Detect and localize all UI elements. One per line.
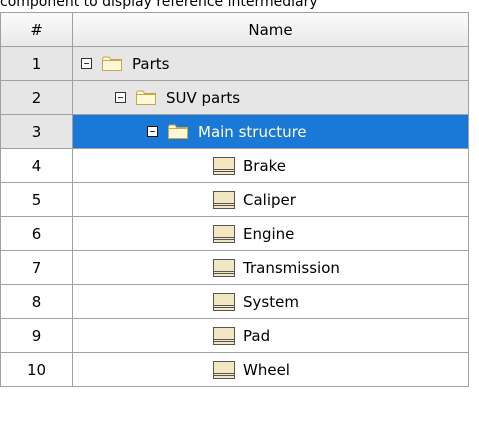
table-row[interactable]: 9 Pad (1, 319, 469, 353)
header-row: # Name (1, 13, 469, 47)
row-number: 7 (1, 251, 73, 285)
row-number: 1 (1, 47, 73, 81)
row-number: 3 (1, 115, 73, 149)
row-number: 8 (1, 285, 73, 319)
table-row[interactable]: 10 Wheel (1, 353, 469, 387)
tree-item-label: Brake (243, 156, 287, 175)
name-cell[interactable]: Main structure (73, 115, 469, 149)
name-cell[interactable]: Brake (73, 149, 469, 183)
tree-item-label: Pad (243, 326, 271, 345)
table-row[interactable]: 6 Engine (1, 217, 469, 251)
collapse-toggle-icon[interactable] (81, 58, 92, 69)
name-cell[interactable]: Parts (73, 47, 469, 81)
folder-icon (102, 56, 122, 71)
part-block-icon (213, 190, 235, 209)
folder-icon (136, 90, 156, 105)
row-number: 5 (1, 183, 73, 217)
name-cell[interactable]: Transmission (73, 251, 469, 285)
collapse-toggle-icon[interactable] (115, 92, 126, 103)
tree-item-label: Engine (243, 224, 295, 243)
part-block-icon (213, 258, 235, 277)
table-row-selected[interactable]: 3 Main structure (1, 115, 469, 149)
tree-item-label: Transmission (243, 258, 340, 277)
column-header-number[interactable]: # (1, 13, 73, 47)
row-number: 2 (1, 81, 73, 115)
tree-item-label: Main structure (198, 122, 307, 141)
tree-item-label: SUV parts (166, 88, 241, 107)
row-number: 9 (1, 319, 73, 353)
tree-item-label: Parts (132, 54, 170, 73)
table-row[interactable]: 7 Transmission (1, 251, 469, 285)
row-number: 6 (1, 217, 73, 251)
name-cell[interactable]: SUV parts (73, 81, 469, 115)
column-header-name[interactable]: Name (73, 13, 469, 47)
part-block-icon (213, 224, 235, 243)
name-cell[interactable]: Engine (73, 217, 469, 251)
part-block-icon (213, 156, 235, 175)
table-row[interactable]: 2 SUV parts (1, 81, 469, 115)
table-row[interactable]: 4 Brake (1, 149, 469, 183)
row-number: 10 (1, 353, 73, 387)
part-block-icon (213, 292, 235, 311)
table-row[interactable]: 8 System (1, 285, 469, 319)
folder-icon (168, 124, 188, 139)
cropped-text-banner: component to display reference intermedi… (0, 0, 479, 12)
tree-table: # Name 1 Parts 2 SUV parts 3 Main struct… (0, 12, 469, 387)
row-number: 4 (1, 149, 73, 183)
name-cell[interactable]: Wheel (73, 353, 469, 387)
tree-item-label: Caliper (243, 190, 296, 209)
collapse-toggle-icon[interactable] (147, 126, 158, 137)
part-block-icon (213, 326, 235, 345)
name-cell[interactable]: Caliper (73, 183, 469, 217)
cropped-text: component to display reference intermedi… (0, 0, 318, 10)
name-cell[interactable]: Pad (73, 319, 469, 353)
table-row[interactable]: 5 Caliper (1, 183, 469, 217)
table-row[interactable]: 1 Parts (1, 47, 469, 81)
tree-item-label: Wheel (243, 360, 290, 379)
name-cell[interactable]: System (73, 285, 469, 319)
tree-item-label: System (243, 292, 299, 311)
part-block-icon (213, 360, 235, 379)
